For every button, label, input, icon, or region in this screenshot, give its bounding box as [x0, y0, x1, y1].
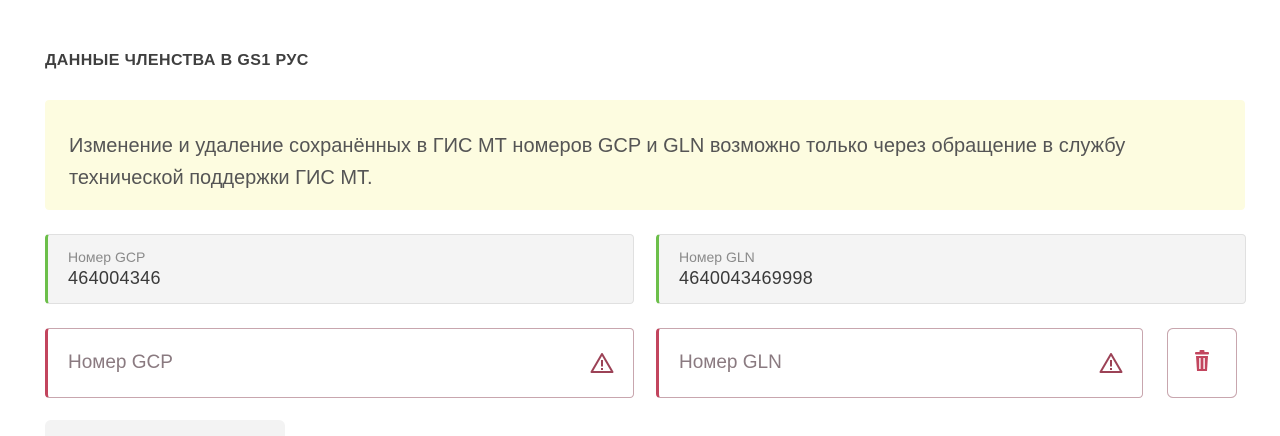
warning-icon	[1098, 350, 1124, 376]
trash-icon	[1192, 349, 1212, 377]
saved-gcp-label: Номер GCP	[68, 249, 146, 265]
saved-gln-label: Номер GLN	[679, 249, 755, 265]
saved-gln-field: Номер GLN 4640043469998	[656, 234, 1246, 304]
saved-gcp-field: Номер GCP 464004346	[45, 234, 634, 304]
info-notice: Изменение и удаление сохранённых в ГИС М…	[45, 100, 1245, 210]
delete-row-button[interactable]	[1167, 328, 1237, 398]
saved-gln-value: 4640043469998	[679, 268, 814, 288]
new-gln-field	[656, 328, 1143, 398]
warning-icon	[589, 350, 615, 376]
gcp-input[interactable]	[68, 352, 589, 374]
section-title: ДАННЫЕ ЧЛЕНСТВА В GS1 РУС	[45, 52, 309, 69]
new-gcp-field	[45, 328, 634, 398]
saved-gcp-value: 464004346	[68, 268, 161, 288]
add-button-partial[interactable]	[45, 420, 285, 436]
gln-input[interactable]	[679, 352, 1098, 374]
